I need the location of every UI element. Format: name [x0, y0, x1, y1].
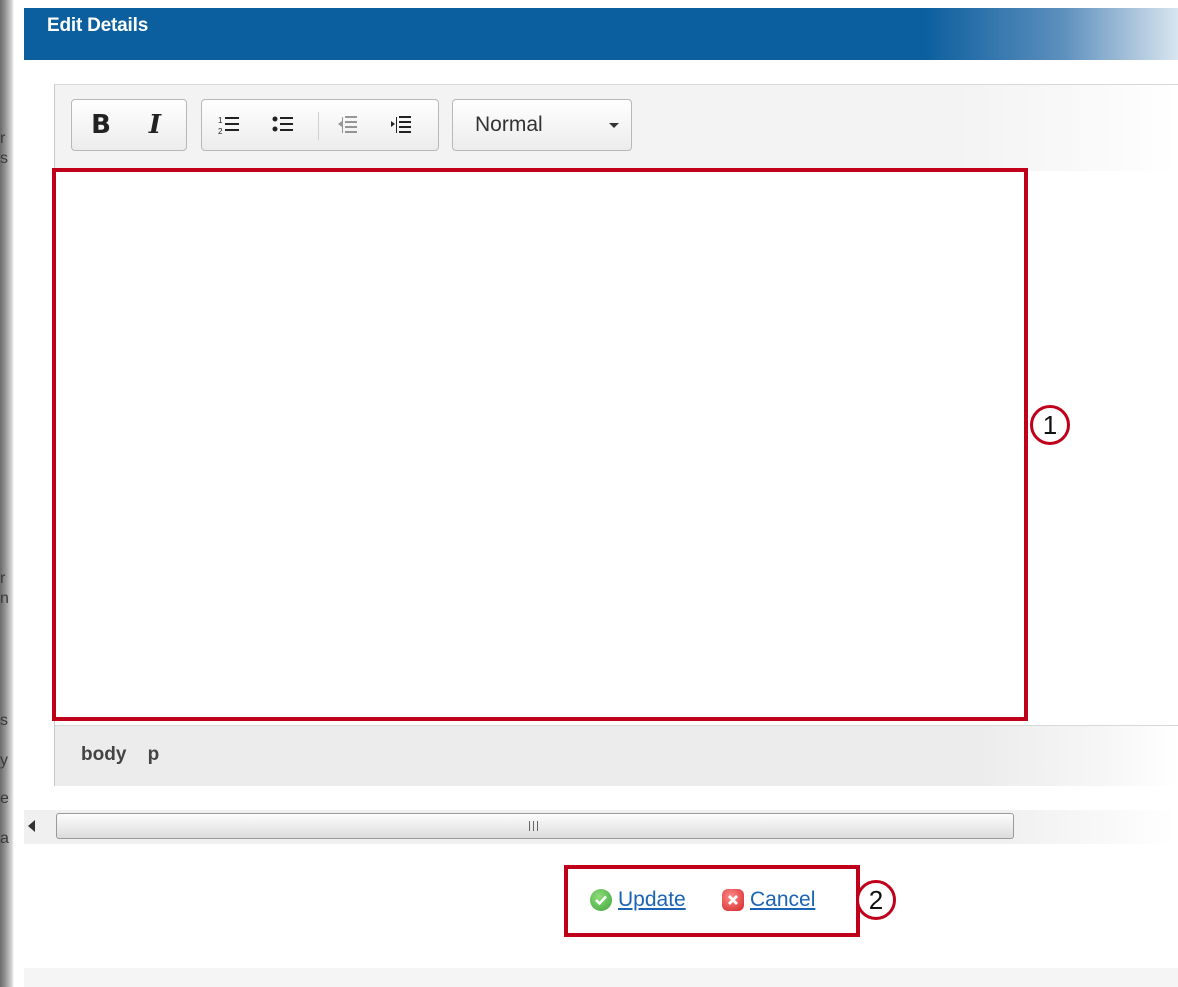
- scrollbar-thumb[interactable]: [56, 813, 1014, 839]
- dialog-titlebar: Edit Details: [24, 8, 1178, 60]
- svg-text:2: 2: [218, 127, 223, 136]
- bulleted-list-icon: [272, 116, 293, 132]
- scroll-left-icon[interactable]: [28, 820, 35, 832]
- scrollbar-grip: [529, 821, 541, 831]
- outdent-button[interactable]: [330, 100, 364, 150]
- background-page-strip: r s r n s y e a: [0, 0, 14, 987]
- format-value: Normal: [475, 113, 543, 136]
- annotation-box-1: [52, 168, 1028, 721]
- bold-button[interactable]: B: [84, 100, 118, 150]
- outdent-icon: [338, 116, 357, 133]
- dialog-title: Edit Details: [47, 15, 149, 36]
- editor-toolbar: B I 1 2 Normal: [55, 85, 1178, 171]
- italic-icon: I: [148, 110, 162, 140]
- svg-text:1: 1: [218, 116, 223, 125]
- dialog-footer-edge: [24, 968, 1178, 987]
- bulleted-list-button[interactable]: [266, 100, 300, 150]
- indent-icon: [391, 116, 411, 133]
- path-item-p[interactable]: p: [148, 744, 160, 765]
- numbered-list-button[interactable]: 1 2: [212, 100, 246, 150]
- list-indent-group: 1 2: [201, 99, 439, 151]
- editor-element-path: body p: [55, 725, 1178, 786]
- basic-styles-group: B I: [71, 99, 187, 151]
- italic-button[interactable]: I: [138, 100, 172, 150]
- edit-details-page: r s r n s y e a Edit Details B I 1 2 Nor…: [0, 0, 1178, 987]
- horizontal-scrollbar[interactable]: [24, 810, 1178, 844]
- format-dropdown[interactable]: Normal: [453, 100, 633, 150]
- chevron-down-icon: [609, 123, 619, 128]
- path-item-body[interactable]: body: [81, 744, 126, 765]
- toolbar-separator: [318, 112, 319, 140]
- numbered-list-icon: 1 2: [218, 116, 239, 136]
- annotation-number-1: 1: [1030, 405, 1070, 445]
- annotation-number-2: 2: [856, 880, 896, 920]
- element-path: body p: [81, 744, 175, 766]
- bold-icon: B: [91, 110, 111, 140]
- format-combo: Normal: [452, 99, 632, 151]
- indent-button[interactable]: [384, 100, 418, 150]
- annotation-box-2: [564, 865, 860, 937]
